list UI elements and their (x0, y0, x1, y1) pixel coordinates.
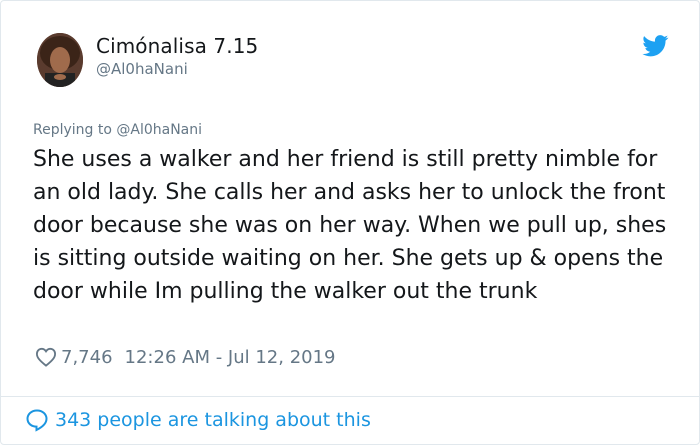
conversation-label: 343 people are talking about this (55, 409, 371, 431)
twitter-bird-icon[interactable] (642, 35, 669, 57)
display-name[interactable]: Cimónalisa 7.15 (96, 34, 258, 58)
heart-icon[interactable] (35, 347, 57, 367)
avatar[interactable] (37, 33, 83, 87)
tweet-card: Cimónalisa 7.15 @Al0haNani Replying to @… (0, 0, 700, 445)
avatar-image (37, 33, 83, 87)
tweet-text: She uses a walker and her friend is stil… (33, 147, 667, 304)
divider (1, 396, 699, 397)
timestamp[interactable]: 12:26 AM - Jul 12, 2019 (125, 347, 336, 368)
conversation-link[interactable]: 343 people are talking about this (25, 405, 371, 435)
like-count[interactable]: 7,746 (61, 347, 113, 368)
user-handle[interactable]: @Al0haNani (96, 60, 188, 78)
replying-to[interactable]: Replying to @Al0haNani (33, 122, 202, 139)
speech-bubble-icon (26, 409, 48, 432)
tweet-meta: 7,746 12:26 AM - Jul 12, 2019 (35, 345, 336, 369)
